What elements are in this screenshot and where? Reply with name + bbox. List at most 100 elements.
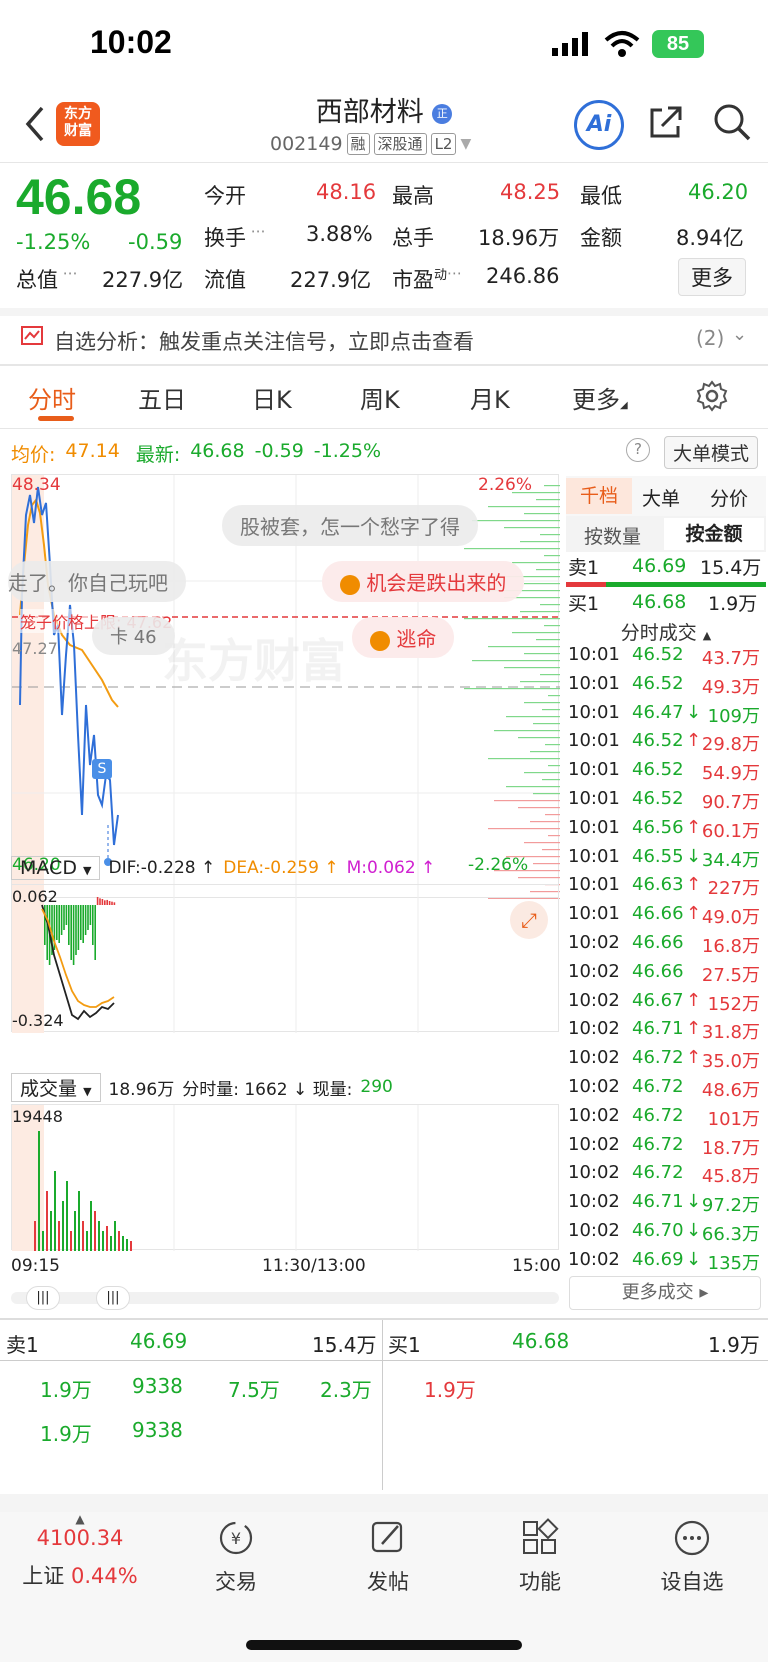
trade-icon: ¥ [219, 1521, 253, 1555]
analysis-banner[interactable]: 自选分析：触发重点关注信号，立即点击查看 (2) ⌄ [0, 316, 768, 364]
battery-icon: 85 [652, 30, 704, 58]
volume-label: 总手 [392, 226, 434, 250]
volume-bar [74, 1211, 76, 1251]
depth-bar [504, 667, 560, 669]
volume-bar [110, 1236, 112, 1251]
tab-by-amount[interactable]: 按金额 [664, 518, 764, 550]
depth-bar [540, 534, 560, 536]
tag-margin: 融 [346, 133, 370, 155]
danmaku-bubble: 股被套，怎一个愁字了得 [222, 505, 478, 546]
macd-selector[interactable]: MACD ▼ [11, 856, 101, 880]
tab-intraday[interactable]: 分时 [28, 380, 76, 415]
divider [0, 428, 768, 429]
index-ticker[interactable]: ▲ 4100.34 上证 0.44% [10, 1512, 150, 1590]
tab-weekly[interactable]: 周K [360, 380, 400, 415]
trade-row: 10:02 46.72 48.6万 [568, 1076, 760, 1101]
edit-post-icon [371, 1521, 403, 1553]
pe-value: 246.86 [486, 264, 560, 288]
last-price: 46.68 [190, 440, 245, 462]
queue-ask-label: 卖1 [6, 1333, 39, 1357]
macd-bar [108, 901, 111, 905]
macd-bar [46, 905, 48, 960]
queue-cell: 7.5万 [228, 1378, 280, 1402]
macd-chart[interactable]: 0.062 -0.324 ⤢ [11, 884, 559, 1033]
last-pct: -1.25% [313, 440, 382, 462]
macd-bar [58, 905, 60, 943]
volume-total: 18.96万 [108, 1079, 175, 1100]
volume-selector[interactable]: 成交量 ▼ [11, 1072, 101, 1102]
nav-add-watchlist[interactable]: 设自选 [622, 1520, 762, 1596]
stock-code-row[interactable]: 002149 融 深股通 L2 ▼ [270, 133, 471, 155]
volume-bar [42, 1231, 44, 1251]
help-icon[interactable]: ? [626, 438, 650, 462]
trade-row: 10:01 46.56 ↑ 60.1万 [568, 816, 760, 842]
y-mid-label: 47.27 [12, 639, 58, 658]
tab-by-count[interactable]: 按数量 [584, 522, 641, 549]
macd-bar [113, 902, 116, 905]
volume-info: 分时量: 1662 ↓ 现量: [182, 1079, 353, 1100]
depth-bar [488, 828, 560, 830]
volume-max-label: 19448 [12, 1107, 63, 1126]
share-icon[interactable] [648, 104, 684, 144]
high-value: 48.25 [500, 180, 561, 204]
dropdown-icon: ▼ [460, 136, 472, 152]
nav-trade[interactable]: ¥ 交易 [166, 1521, 306, 1596]
volume-chart[interactable]: 19448 [11, 1104, 559, 1251]
macd-header: MACD ▼ DIF:-0.228 ↑ DEA:-0.259 ↑ M:0.062… [11, 852, 559, 884]
float-cap-value: 227.9亿 [290, 268, 372, 292]
marketcap-label: 总值 ⋯ [16, 264, 78, 292]
chart-info-row: 均价: 47.14 最新: 46.68 -0.59 -1.25% [11, 440, 382, 466]
macd-bar [89, 905, 92, 925]
depth-bar [464, 548, 560, 550]
macd-bar [104, 900, 106, 905]
tab-more[interactable]: 更多◢ [572, 380, 628, 415]
ai-button[interactable]: Ai [574, 100, 624, 150]
queue-cell: 1.9万 [40, 1378, 92, 1402]
more-trades-button[interactable]: 更多成交 ▸ [569, 1276, 761, 1310]
range-handle-right[interactable]: ||| [96, 1286, 130, 1310]
depth-bar [520, 541, 560, 543]
s-marker-icon[interactable]: S [92, 759, 112, 779]
tab-five-day[interactable]: 五日 [138, 380, 186, 415]
big-order-mode-button[interactable]: 大单模式 [664, 436, 759, 469]
macd-bar [111, 901, 113, 905]
volume-bar [50, 1211, 52, 1251]
volume-bar [38, 1131, 40, 1251]
divider [0, 364, 768, 366]
marketcap-value: 227.9亿 [102, 268, 184, 292]
settings-gear-icon[interactable] [696, 380, 728, 416]
apps-grid-icon [523, 1518, 559, 1554]
tab-depth[interactable]: 千档 [566, 478, 632, 514]
macd-bar [72, 905, 75, 965]
range-handle-left[interactable]: ||| [26, 1286, 60, 1310]
depth-bar [542, 779, 560, 781]
tab-price-dist[interactable]: 分价 [710, 484, 748, 511]
trade-row: 10:01 46.52 ↑ 29.8万 [568, 730, 760, 756]
queue-bid-vol: 1.9万 [708, 1333, 760, 1357]
macd-bar [84, 905, 87, 935]
more-button[interactable]: 更多 [678, 258, 746, 296]
trade-row: 10:02 46.72 101万 [568, 1104, 760, 1130]
depth-bar [494, 730, 560, 732]
tab-daily[interactable]: 日K [252, 380, 292, 415]
right-subtabs: 按数量 按金额 [566, 516, 766, 552]
tab-big-orders[interactable]: 大单 [642, 484, 680, 511]
intraday-chart[interactable]: 48.34 46.20 47.27 2.26% -2.26% 笼子价格上限: 4… [8, 474, 560, 899]
nav-functions[interactable]: 功能 [470, 1518, 610, 1596]
macd-bar [68, 905, 70, 945]
volume-bar [70, 1231, 72, 1251]
bull-mascot-icon [340, 574, 360, 595]
chart-range-scrollbar[interactable] [11, 1292, 559, 1304]
tab-monthly[interactable]: 月K [470, 380, 510, 415]
macd-bar [94, 905, 96, 960]
search-icon[interactable] [712, 102, 752, 146]
macd-bar [92, 905, 94, 945]
macd-bar [56, 905, 58, 940]
depth-bar [544, 555, 560, 557]
expand-icon[interactable]: ⤢ [510, 901, 548, 939]
depth-bar [533, 723, 560, 725]
nav-post[interactable]: 发帖 [318, 1521, 458, 1596]
macd-bar [101, 899, 104, 905]
macd-dea: DEA:-0.259 ↑ [223, 858, 339, 878]
volume-bar [66, 1181, 68, 1251]
